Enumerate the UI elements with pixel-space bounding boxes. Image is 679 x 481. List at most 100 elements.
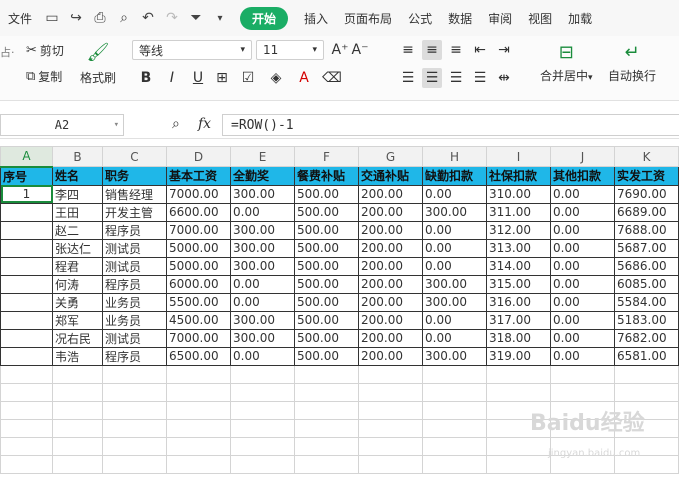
table-cell[interactable]: 314.00 bbox=[486, 256, 551, 276]
empty-cell[interactable] bbox=[486, 364, 551, 384]
redo-icon[interactable]: ↷ bbox=[163, 9, 181, 27]
header-cell[interactable]: 交通补贴 bbox=[358, 166, 423, 186]
align-middle-icon[interactable]: ≡ bbox=[422, 40, 442, 60]
copy-button[interactable]: ⧉ 复制 bbox=[26, 68, 62, 85]
table-cell[interactable]: 6600.00 bbox=[166, 202, 231, 222]
table-cell[interactable]: 7000.00 bbox=[166, 184, 231, 204]
table-cell[interactable]: 0.00 bbox=[550, 256, 615, 276]
indent-icon[interactable]: ⇥ bbox=[494, 40, 514, 60]
table-cell[interactable]: 300.00 bbox=[230, 238, 295, 258]
table-cell[interactable]: 程序员 bbox=[102, 346, 167, 366]
table-cell[interactable]: 500.00 bbox=[294, 202, 359, 222]
table-cell[interactable]: 300.00 bbox=[422, 346, 487, 366]
table-cell[interactable]: 0.00 bbox=[422, 328, 487, 348]
empty-cell[interactable] bbox=[358, 364, 423, 384]
table-cell[interactable]: 赵二 bbox=[52, 220, 103, 240]
table-cell[interactable]: 7000.00 bbox=[166, 328, 231, 348]
table-cell[interactable]: 200.00 bbox=[358, 346, 423, 366]
empty-cell[interactable] bbox=[52, 454, 103, 474]
table-cell[interactable]: 5500.00 bbox=[166, 292, 231, 312]
table-cell[interactable]: 200.00 bbox=[358, 220, 423, 240]
empty-cell[interactable] bbox=[486, 436, 551, 456]
empty-cell[interactable] bbox=[230, 454, 295, 474]
tab-view[interactable]: 视图 bbox=[528, 10, 552, 27]
table-cell[interactable]: 300.00 bbox=[230, 220, 295, 240]
table-cell[interactable]: 0.00 bbox=[550, 220, 615, 240]
empty-cell[interactable] bbox=[486, 382, 551, 402]
table-cell[interactable]: 317.00 bbox=[486, 310, 551, 330]
table-cell[interactable]: 0.00 bbox=[550, 292, 615, 312]
table-cell[interactable]: 300.00 bbox=[422, 202, 487, 222]
tab-page-layout[interactable]: 页面布局 bbox=[344, 10, 392, 27]
table-cell[interactable]: 张达仁 bbox=[52, 238, 103, 258]
column-header[interactable]: C bbox=[102, 146, 167, 167]
empty-cell[interactable] bbox=[294, 418, 359, 438]
header-cell[interactable]: 实发工资 bbox=[614, 166, 679, 186]
empty-cell[interactable] bbox=[294, 436, 359, 456]
empty-cell[interactable] bbox=[102, 364, 167, 384]
empty-cell[interactable] bbox=[102, 418, 167, 438]
empty-cell[interactable] bbox=[102, 400, 167, 420]
table-cell[interactable]: 310.00 bbox=[486, 184, 551, 204]
filter-icon[interactable]: ⏷ bbox=[187, 9, 205, 27]
column-header[interactable]: F bbox=[294, 146, 359, 167]
table-cell[interactable] bbox=[0, 328, 53, 348]
table-cell[interactable]: 程序员 bbox=[102, 274, 167, 294]
table-cell[interactable]: 7688.00 bbox=[614, 220, 679, 240]
tab-data[interactable]: 数据 bbox=[448, 10, 472, 27]
table-cell[interactable]: 0.00 bbox=[550, 238, 615, 258]
merge-center-button[interactable]: ⊟ 合并居中▾ bbox=[540, 42, 593, 84]
empty-cell[interactable] bbox=[358, 382, 423, 402]
fx-icon[interactable]: fx bbox=[198, 116, 211, 132]
header-cell[interactable]: 餐费补贴 bbox=[294, 166, 359, 186]
table-cell[interactable]: 测试员 bbox=[102, 256, 167, 276]
header-cell[interactable]: 序号 bbox=[0, 166, 53, 186]
formula-input[interactable]: =ROW()-1 bbox=[222, 114, 679, 136]
table-cell[interactable]: 王田 bbox=[52, 202, 103, 222]
empty-cell[interactable] bbox=[358, 454, 423, 474]
table-cell[interactable] bbox=[0, 238, 53, 258]
empty-cell[interactable] bbox=[294, 364, 359, 384]
empty-cell[interactable] bbox=[166, 400, 231, 420]
tab-review[interactable]: 审阅 bbox=[488, 10, 512, 27]
table-cell[interactable]: 200.00 bbox=[358, 310, 423, 330]
table-cell[interactable]: 500.00 bbox=[294, 274, 359, 294]
table-cell[interactable]: 6581.00 bbox=[614, 346, 679, 366]
empty-cell[interactable] bbox=[550, 382, 615, 402]
decrease-font-icon[interactable]: A⁻ bbox=[350, 40, 370, 60]
italic-icon[interactable]: I bbox=[162, 68, 182, 88]
empty-cell[interactable] bbox=[230, 418, 295, 438]
table-cell[interactable]: 业务员 bbox=[102, 310, 167, 330]
table-cell[interactable]: 200.00 bbox=[358, 256, 423, 276]
table-cell[interactable]: 6085.00 bbox=[614, 274, 679, 294]
column-header[interactable]: K bbox=[614, 146, 679, 167]
column-header[interactable]: G bbox=[358, 146, 423, 167]
table-cell[interactable] bbox=[0, 346, 53, 366]
column-header[interactable]: A bbox=[0, 146, 53, 168]
table-cell[interactable]: 315.00 bbox=[486, 274, 551, 294]
table-cell[interactable]: 0.00 bbox=[550, 202, 615, 222]
tab-formulas[interactable]: 公式 bbox=[408, 10, 432, 27]
header-cell[interactable]: 职务 bbox=[102, 166, 167, 186]
fill-color-icon[interactable]: ◈ bbox=[266, 68, 286, 88]
table-cell[interactable]: 500.00 bbox=[294, 238, 359, 258]
print-icon[interactable]: ⎙ bbox=[91, 9, 109, 27]
align-right-icon[interactable]: ☰ bbox=[446, 68, 466, 88]
chevron-down-icon[interactable]: ▾ bbox=[211, 9, 229, 27]
empty-cell[interactable] bbox=[422, 400, 487, 420]
table-cell[interactable]: 开发主管 bbox=[102, 202, 167, 222]
table-cell[interactable]: 500.00 bbox=[294, 346, 359, 366]
table-cell[interactable]: 6689.00 bbox=[614, 202, 679, 222]
table-cell[interactable]: 何涛 bbox=[52, 274, 103, 294]
column-header[interactable]: D bbox=[166, 146, 231, 167]
align-top-icon[interactable]: ≡ bbox=[398, 40, 418, 60]
empty-cell[interactable] bbox=[294, 454, 359, 474]
file-menu[interactable]: 文件 bbox=[8, 10, 32, 27]
table-cell[interactable]: 0.00 bbox=[230, 346, 295, 366]
empty-cell[interactable] bbox=[422, 364, 487, 384]
empty-cell[interactable] bbox=[614, 364, 679, 384]
table-cell[interactable]: 313.00 bbox=[486, 238, 551, 258]
table-cell[interactable]: 200.00 bbox=[358, 184, 423, 204]
table-cell[interactable]: 7682.00 bbox=[614, 328, 679, 348]
header-cell[interactable]: 姓名 bbox=[52, 166, 103, 186]
